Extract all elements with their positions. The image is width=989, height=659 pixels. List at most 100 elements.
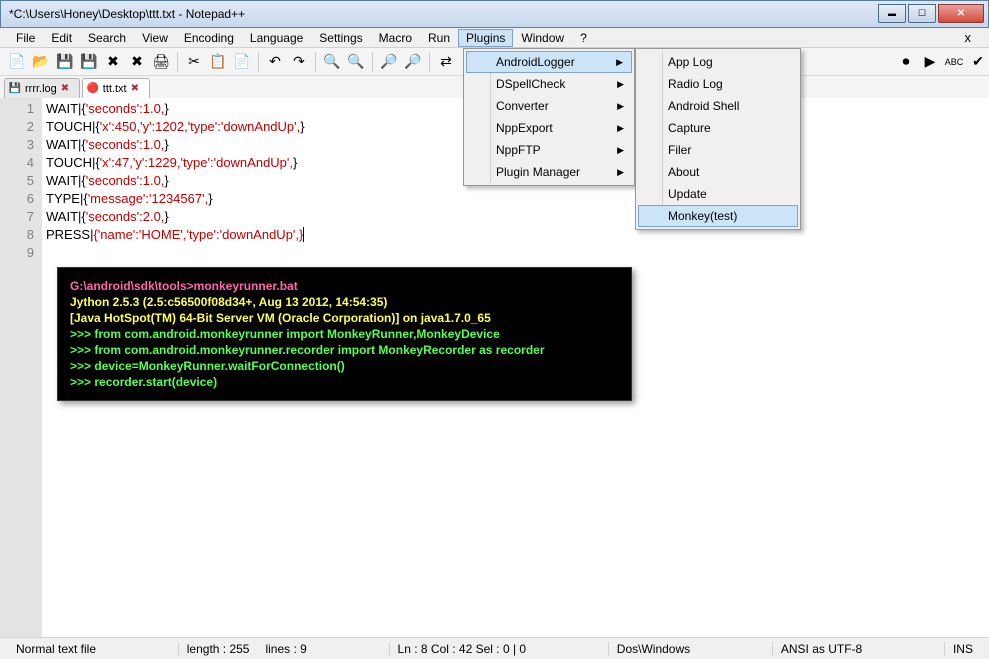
menu-plugins[interactable]: Plugins [458, 29, 513, 47]
submenu-arrow-icon: ▶ [617, 79, 624, 90]
zoom-out-icon[interactable]: 🔎 [402, 51, 424, 73]
menuitem-update[interactable]: Update [638, 183, 798, 205]
menu-search[interactable]: Search [80, 29, 134, 47]
code-line[interactable] [46, 244, 985, 262]
menu-settings[interactable]: Settings [311, 29, 370, 47]
copy-icon[interactable]: 📋 [207, 51, 229, 73]
minimize-button[interactable] [878, 4, 906, 23]
toolbar-separator [258, 52, 259, 72]
status-eol: Dos\Windows [608, 642, 698, 656]
file-icon: 💾 [9, 83, 21, 95]
console-line: G:\android\sdk\tools>monkeyrunner.bat [70, 278, 619, 294]
status-lines: lines : 9 [257, 642, 314, 656]
toolbar-separator [315, 52, 316, 72]
submenu-arrow-icon: ▶ [617, 145, 624, 156]
toolbar-separator [177, 52, 178, 72]
done-icon[interactable]: ✔ [967, 51, 989, 73]
window-titlebar: *C:\Users\Honey\Desktop\ttt.txt - Notepa… [0, 0, 989, 28]
sync-icon[interactable]: ⇄ [435, 51, 457, 73]
menuitem-app-log[interactable]: App Log [638, 51, 798, 73]
play-icon[interactable]: ▶ [919, 51, 941, 73]
status-position: Ln : 8 Col : 42 Sel : 0 | 0 [389, 642, 535, 656]
zoom-in-icon[interactable]: 🔎 [378, 51, 400, 73]
menuitem-nppexport[interactable]: NppExport ▶ [466, 117, 632, 139]
menu-file[interactable]: File [8, 29, 43, 47]
tab-label: ttt.txt [103, 83, 127, 95]
status-bar: Normal text file length : 255 lines : 9 … [0, 637, 989, 659]
menuitem-about[interactable]: About [638, 161, 798, 183]
menuitem-capture[interactable]: Capture [638, 117, 798, 139]
replace-icon[interactable]: 🔍 [345, 51, 367, 73]
console-line: >>> from com.android.monkeyrunner import… [70, 326, 619, 342]
code-line[interactable]: TYPE|{'message':'1234567',} [46, 190, 985, 208]
menuitem-label: Monkey(test) [668, 209, 737, 223]
save-all-icon[interactable]: 💾 [78, 51, 100, 73]
open-icon[interactable]: 📂 [30, 51, 52, 73]
menuitem-label: Converter [496, 99, 549, 113]
menubar-close-doc[interactable]: x [959, 30, 978, 45]
menuitem-label: Plugin Manager [496, 165, 580, 179]
androidlogger-submenu[interactable]: App Log Radio Log Android Shell Capture File… [635, 48, 801, 230]
maximize-button[interactable] [908, 4, 936, 23]
toolbar-separator [429, 52, 430, 72]
cut-icon[interactable]: ✂ [183, 51, 205, 73]
menuitem-radio-log[interactable]: Radio Log [638, 73, 798, 95]
status-encoding: ANSI as UTF-8 [772, 642, 870, 656]
menuitem-nppftp[interactable]: NppFTP ▶ [466, 139, 632, 161]
rec-icon[interactable]: ⏺ [895, 51, 917, 73]
console-line: Jython 2.5.3 (2.5:c56500f08d34+, Aug 13 … [70, 294, 619, 310]
menu-window[interactable]: Window [513, 29, 572, 47]
menuitem-android-shell[interactable]: Android Shell [638, 95, 798, 117]
redo-icon[interactable]: ↷ [288, 51, 310, 73]
close-all-icon[interactable]: ✖ [126, 51, 148, 73]
menu-language[interactable]: Language [242, 29, 311, 47]
window-title: *C:\Users\Honey\Desktop\ttt.txt - Notepa… [9, 7, 876, 21]
menuitem-plugin-manager[interactable]: Plugin Manager ▶ [466, 161, 632, 183]
menuitem-label: Radio Log [668, 77, 723, 91]
plugins-menu[interactable]: AndroidLogger▶DSpellCheck▶Converter▶NppE… [463, 48, 635, 186]
paste-icon[interactable]: 📄 [231, 51, 253, 73]
abc-icon[interactable]: ABC [943, 51, 965, 73]
line-gutter: 123456789 [0, 98, 42, 657]
menuitem-label: DSpellCheck [496, 77, 565, 91]
code-line[interactable]: WAIT|{'seconds':2.0,} [46, 208, 985, 226]
code-line[interactable]: PRESS|{'name':'HOME','type':'downAndUp',… [46, 226, 985, 244]
menuitem-label: NppFTP [496, 143, 541, 157]
menu-edit[interactable]: Edit [43, 29, 80, 47]
undo-icon[interactable]: ↶ [264, 51, 286, 73]
menu-encoding[interactable]: Encoding [176, 29, 242, 47]
submenu-arrow-icon: ▶ [617, 167, 624, 178]
new-icon[interactable]: 📄 [6, 51, 28, 73]
menuitem-label: About [668, 165, 699, 179]
menu-view[interactable]: View [134, 29, 176, 47]
tab-rrrr-log[interactable]: 💾rrrr.log✖ [4, 78, 80, 98]
console-overlay: G:\android\sdk\tools>monkeyrunner.batJyt… [57, 267, 632, 401]
submenu-arrow-icon: ▶ [616, 57, 623, 68]
menu-run[interactable]: Run [420, 29, 458, 47]
console-line: [Java HotSpot(TM) 64-Bit Server VM (Orac… [70, 310, 619, 326]
menu-?[interactable]: ? [572, 29, 595, 47]
submenu-arrow-icon: ▶ [617, 123, 624, 134]
save-icon[interactable]: 💾 [54, 51, 76, 73]
close-doc-icon[interactable]: ✖ [102, 51, 124, 73]
window-buttons [876, 4, 984, 24]
menuitem-label: Capture [668, 121, 711, 135]
menuitem-dspellcheck[interactable]: DSpellCheck ▶ [466, 73, 632, 95]
menuitem-androidlogger[interactable]: AndroidLogger ▶ [466, 51, 632, 73]
menuitem-label: NppExport [496, 121, 553, 135]
print-icon[interactable]: 🖨 [150, 51, 172, 73]
tab-close-icon[interactable]: ✖ [131, 83, 143, 95]
file-icon: 🔴 [87, 83, 99, 95]
find-icon[interactable]: 🔍 [321, 51, 343, 73]
menu-macro[interactable]: Macro [371, 29, 420, 47]
menuitem-converter[interactable]: Converter▶ [466, 95, 632, 117]
tab-ttt-txt[interactable]: 🔴 ttt.txt ✖ [82, 78, 150, 98]
menuitem-filer[interactable]: Filer [638, 139, 798, 161]
tab-close-icon[interactable]: ✖ [61, 83, 73, 95]
console-line: >>> from com.android.monkeyrunner.record… [70, 342, 619, 358]
status-filetype: Normal text file [8, 642, 104, 656]
status-length: length : 255 [178, 642, 258, 656]
menuitem-label: AndroidLogger [496, 55, 575, 69]
close-button[interactable] [938, 4, 984, 23]
menuitem-monkey-test-[interactable]: Monkey(test) [638, 205, 798, 227]
